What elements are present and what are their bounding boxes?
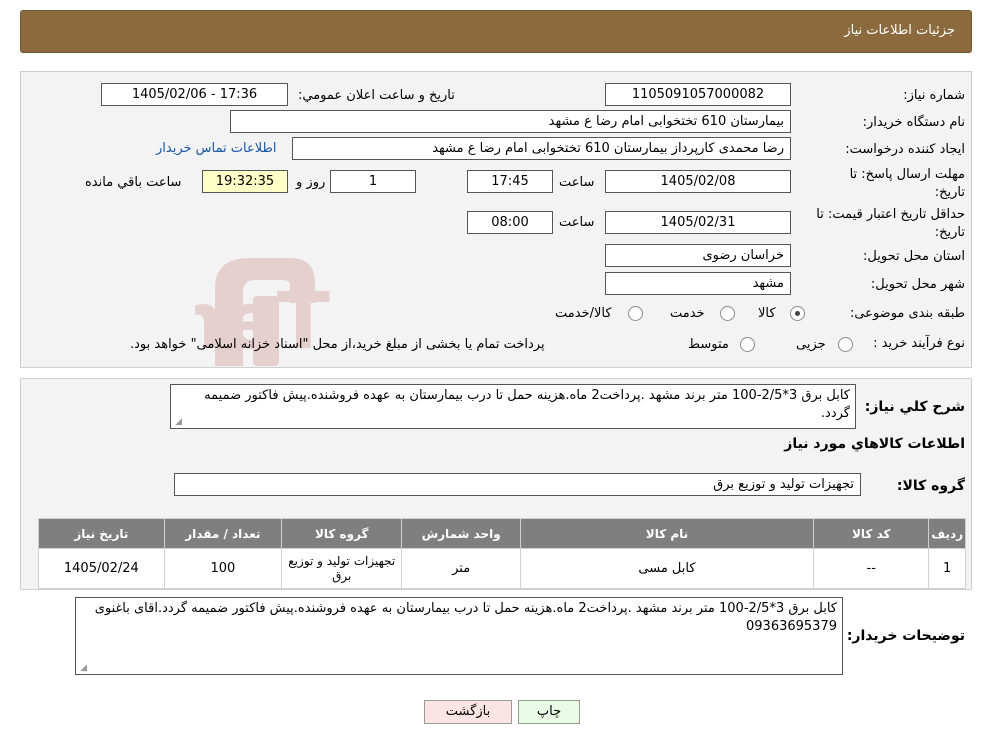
validity-label: حداقل تاریخ اعتبار قیمت: تا: [816, 207, 965, 222]
items-section-title: اطلاعات کالاهاي مورد نیاز: [784, 436, 965, 452]
buyer-org-label: نام دستگاه خریدار:: [862, 115, 965, 130]
col-header-date: تاریخ نیاز: [38, 518, 165, 549]
resize-grip-icon[interactable]: ◢: [174, 418, 182, 427]
process-radio-medium[interactable]: [740, 337, 755, 352]
deadline-label: مهلت ارسال پاسخ: تا: [849, 167, 965, 182]
process-option-minor: جزیی: [796, 337, 826, 352]
creator-label: ایجاد کننده درخواست:: [845, 142, 965, 157]
description-label: شرح کلي نیاز:: [864, 399, 965, 415]
table-row: 1 -- کابل مسی متر تجهیزات تولید و توزیع …: [38, 548, 966, 589]
col-header-row-number: ردیف: [928, 518, 966, 549]
items-table: ردیف کد کالا نام کالا واحد شمارش گروه کا…: [38, 518, 966, 589]
col-header-group: گروه کالا: [281, 518, 403, 549]
process-label: نوع فرآیند خرید :: [873, 336, 965, 351]
validity-time-label: ساعت: [559, 215, 595, 230]
category-radio-goods-service[interactable]: [628, 306, 643, 321]
cell-date: 1405/02/24: [38, 548, 165, 589]
category-option-goods: کالا: [758, 306, 776, 321]
category-radio-goods[interactable]: [790, 306, 805, 321]
announce-field: 1405/02/06 - 17:36: [101, 83, 288, 106]
announce-label: تاریخ و ساعت اعلان عمومي:: [298, 88, 455, 103]
buyer-notes-label: توضیحات خریدار:: [846, 628, 965, 644]
need-number-label: شماره نیاز:: [903, 88, 965, 103]
need-number-field: 1105091057000082: [605, 83, 791, 106]
table-header-row: ردیف کد کالا نام کالا واحد شمارش گروه کا…: [38, 518, 966, 549]
back-button[interactable]: بازگشت: [424, 700, 512, 724]
process-option-medium: متوسط: [688, 337, 729, 352]
deadline-date-field: 1405/02/08: [605, 170, 791, 193]
col-header-quantity: تعداد / مقدار: [163, 518, 283, 549]
remaining-time-field: 19:32:35: [202, 170, 288, 193]
buyer-contact-link[interactable]: اطلاعات تماس خریدار: [156, 141, 276, 156]
validity-time-field: 08:00: [467, 211, 553, 234]
deadline-time-label: ساعت: [559, 175, 595, 190]
items-table-wrapper: ردیف کد کالا نام کالا واحد شمارش گروه کا…: [38, 518, 966, 589]
description-text: کابل برق 3*2/5-100 متر برند مشهد .پرداخت…: [204, 388, 850, 421]
category-option-service: خدمت: [670, 306, 705, 321]
cell-name: کابل مسی: [519, 548, 815, 589]
process-radio-minor[interactable]: [838, 337, 853, 352]
category-option-goods-service: کالا/خدمت: [555, 306, 612, 321]
validity-date-field: 1405/02/31: [605, 211, 791, 234]
remaining-time-label: ساعت باقي مانده: [85, 175, 182, 190]
col-header-unit: واحد شمارش: [401, 518, 521, 549]
col-header-name: نام کالا: [519, 518, 815, 549]
cell-group: تجهیزات تولید و توزیع برق: [281, 548, 403, 589]
category-radio-service[interactable]: [720, 306, 735, 321]
city-label: شهر محل تحویل:: [870, 277, 965, 292]
cell-unit: متر: [401, 548, 521, 589]
days-label: روز و: [296, 175, 326, 190]
goods-group-field: تجهیزات تولید و توزیع برق: [174, 473, 861, 496]
deadline-time-field: 17:45: [467, 170, 553, 193]
resize-grip-icon[interactable]: ◢: [79, 664, 87, 673]
col-header-code: کد کالا: [813, 518, 930, 549]
province-field: خراسان رضوی: [605, 244, 791, 267]
days-remaining-field: 1: [330, 170, 416, 193]
cell-row-number: 1: [928, 548, 966, 589]
cell-quantity: 100: [163, 548, 283, 589]
category-label: طبقه بندی موضوعی:: [849, 306, 965, 321]
city-field: مشهد: [605, 272, 791, 295]
print-button[interactable]: چاپ: [518, 700, 580, 724]
cell-code: --: [813, 548, 930, 589]
process-note: پرداخت تمام یا بخشی از مبلغ خرید،از محل …: [130, 337, 545, 352]
province-label: استان محل تحویل:: [863, 249, 965, 264]
goods-group-label: گروه کالا:: [896, 478, 965, 494]
buyer-notes-text: کابل برق 3*2/5-100 متر برند مشهد .پرداخت…: [94, 601, 837, 634]
validity-label-2: تاریخ:: [934, 225, 965, 240]
page-title: جزئیات اطلاعات نیاز: [844, 23, 955, 38]
buyer-org-field: بیمارستان 610 تختخوابی امام رضا ع مشهد: [230, 110, 791, 133]
watermark-text: AriaTender.neT: [195, 277, 330, 367]
buyer-notes-textarea[interactable]: کابل برق 3*2/5-100 متر برند مشهد .پرداخت…: [75, 597, 843, 675]
creator-field: رضا محمدی کارپرداز بیمارستان 610 تختخواب…: [292, 137, 791, 160]
page-header: جزئیات اطلاعات نیاز: [20, 10, 972, 53]
deadline-label-2: تاریخ:: [934, 185, 965, 200]
description-textarea[interactable]: کابل برق 3*2/5-100 متر برند مشهد .پرداخت…: [170, 384, 856, 429]
